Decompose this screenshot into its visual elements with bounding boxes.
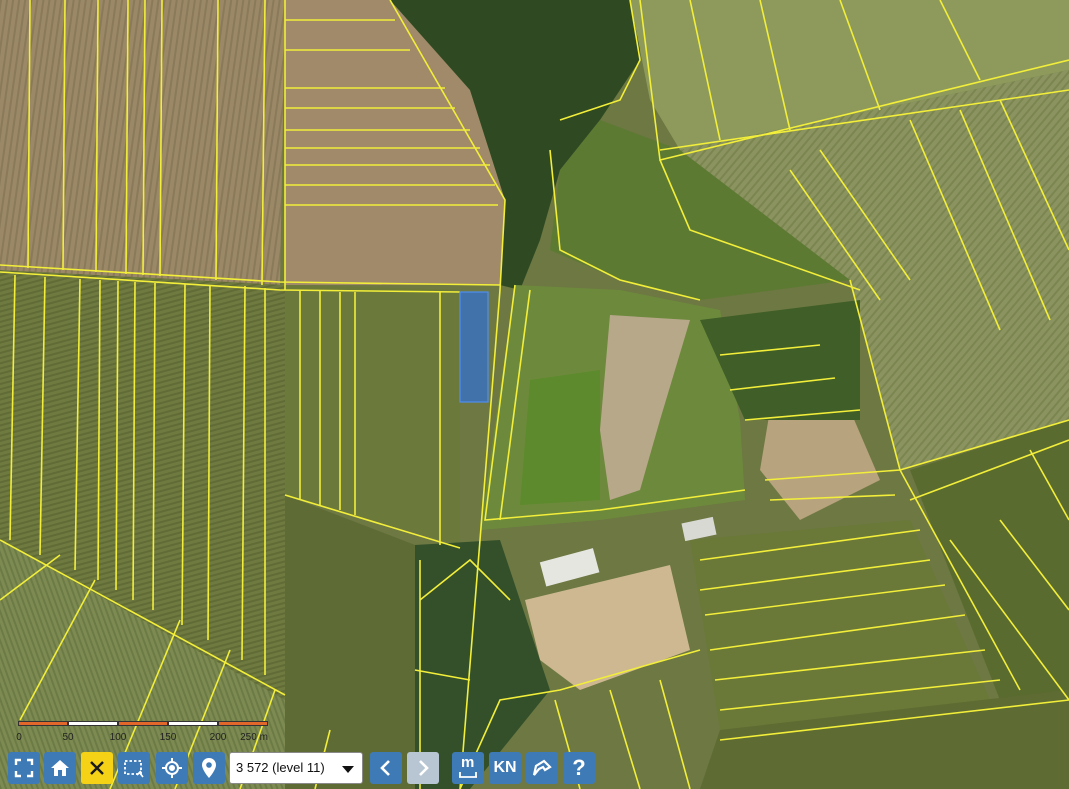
- kn-label: KN: [493, 759, 517, 776]
- zoom-level-value: 3 572 (level 11): [236, 760, 325, 775]
- share-icon: [532, 759, 552, 776]
- home-button[interactable]: [44, 752, 76, 784]
- scale-segment: [68, 721, 118, 726]
- marker-icon: [202, 758, 216, 778]
- help-button[interactable]: ?: [563, 752, 595, 784]
- scale-segment: [18, 721, 68, 726]
- selected-parcel[interactable]: [459, 291, 489, 403]
- back-button[interactable]: [370, 752, 402, 784]
- zoom-level-select[interactable]: 3 572 (level 11): [229, 752, 363, 784]
- scale-label: 100: [109, 732, 127, 743]
- select-area-icon: [124, 760, 144, 778]
- cadastral-map[interactable]: [0, 0, 1069, 789]
- chevron-right-icon: [419, 760, 429, 776]
- locate-icon: [162, 758, 182, 778]
- scale-label: 200: [209, 732, 227, 743]
- close-icon: [90, 761, 104, 775]
- select-area-button[interactable]: [118, 752, 150, 784]
- scale-segment: [218, 721, 268, 726]
- chevron-left-icon: [380, 760, 390, 776]
- fullscreen-button[interactable]: [8, 752, 40, 784]
- scale-bar: 0 50 100 150 200 250 m: [16, 721, 270, 747]
- fullscreen-icon: [14, 758, 34, 778]
- home-icon: [51, 760, 69, 776]
- scale-segment: [118, 721, 168, 726]
- share-button[interactable]: [526, 752, 558, 784]
- kn-button[interactable]: KN: [489, 752, 521, 784]
- chevron-down-icon: [342, 766, 354, 773]
- locate-button[interactable]: [156, 752, 188, 784]
- forward-button[interactable]: [407, 752, 439, 784]
- scale-segment: [168, 721, 218, 726]
- scale-label: 250 m: [240, 732, 268, 743]
- marker-button[interactable]: [193, 752, 225, 784]
- close-button[interactable]: [81, 752, 113, 784]
- help-label: ?: [572, 755, 586, 780]
- m-button[interactable]: m: [452, 752, 484, 784]
- map-toolbar: 3 572 (level 11) m KN ?: [0, 749, 1069, 789]
- scale-label: 50: [62, 732, 74, 743]
- scale-label: 150: [159, 732, 177, 743]
- m-label: m: [461, 754, 475, 771]
- scale-label: 0: [16, 732, 22, 743]
